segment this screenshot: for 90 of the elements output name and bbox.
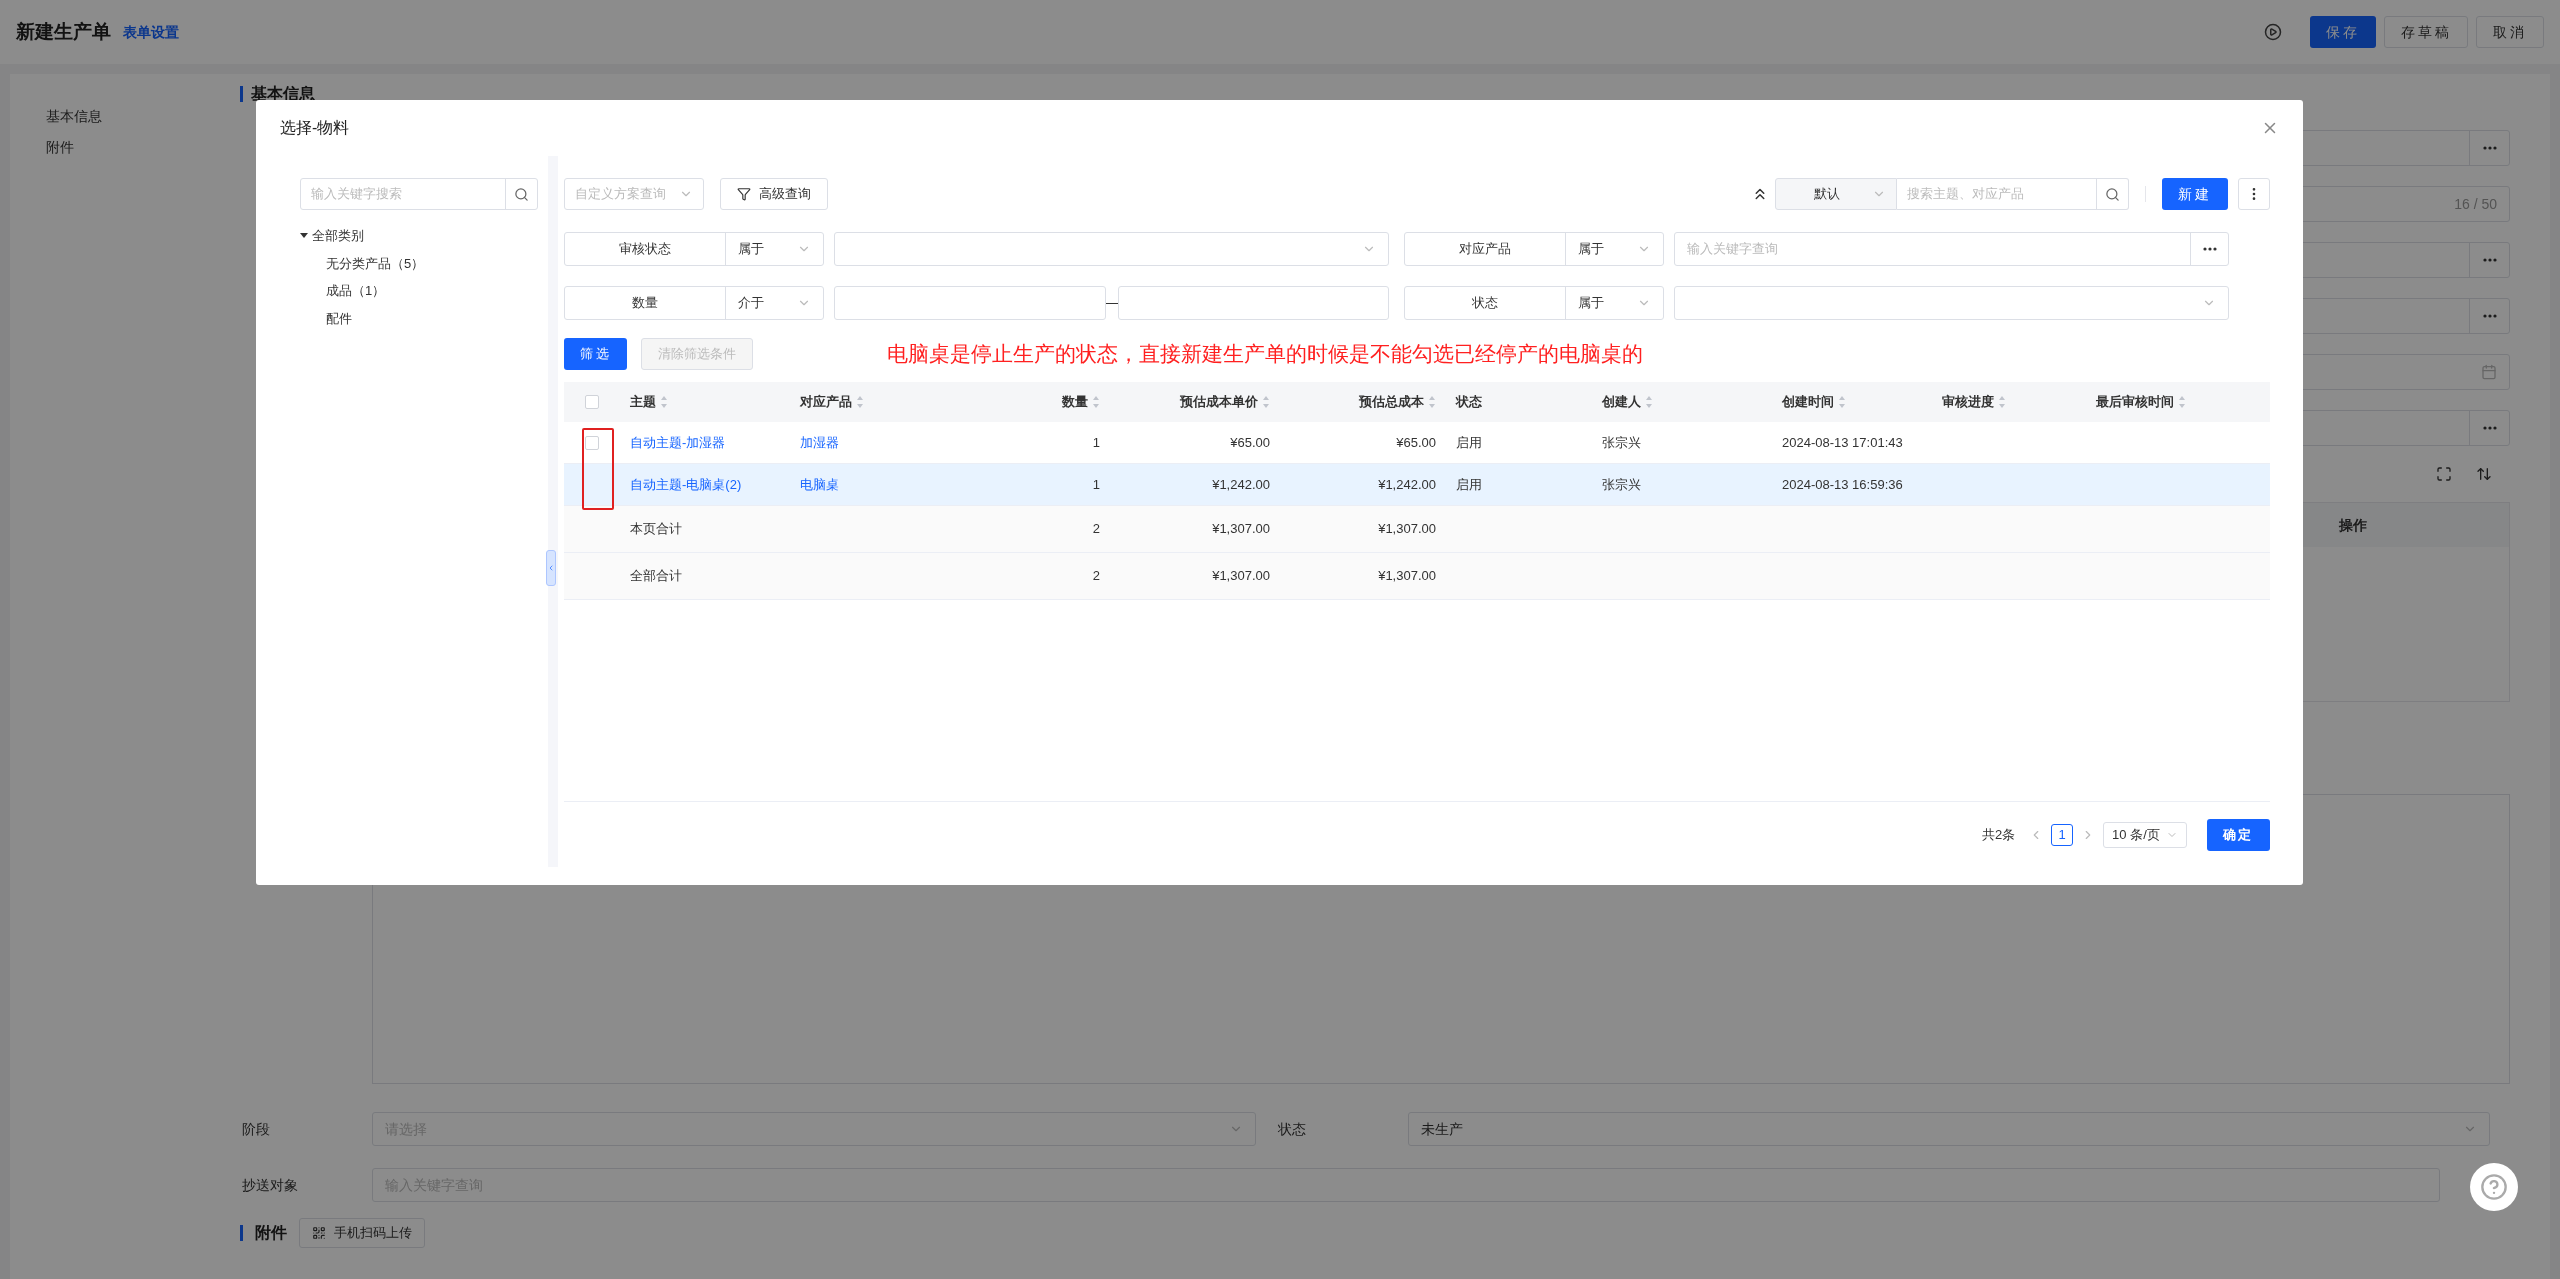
table-cell-text: 全部合计 — [630, 567, 682, 586]
table-cell-text: ¥1,307.00 — [1212, 567, 1270, 586]
column-header: 审核进度 — [1942, 393, 1994, 412]
fullscreen-icon[interactable] — [2436, 466, 2452, 482]
input-field[interactable] — [1117, 286, 1389, 320]
total-count: 共2条 — [1981, 825, 2016, 844]
checkbox[interactable] — [585, 395, 599, 409]
table-row[interactable]: 全部合计 2 ¥1,307.00 ¥1,307.00 — [564, 553, 2270, 600]
table-cell-text: ¥1,242.00 — [1212, 475, 1270, 494]
collapse-handle[interactable] — [546, 550, 556, 586]
qr-code-icon — [312, 1226, 326, 1240]
tree-item[interactable]: 成品（1） — [300, 281, 538, 301]
advanced-query-button[interactable]: 高级查询 — [720, 178, 828, 210]
table-row[interactable]: 自动主题-电脑桌(2) 电脑桌 1 ¥1,242.00 ¥1,242.00 启用 张宗兴 2024-08-13 16:59:36 — [564, 464, 2270, 506]
select-field[interactable] — [834, 232, 1389, 266]
table-cell-text: ¥65.00 — [1396, 433, 1436, 452]
table-cell-text: ¥65.00 — [1230, 433, 1270, 452]
form-settings-link[interactable]: 表单设置 — [123, 21, 179, 43]
page-title: 新建生产单 — [16, 19, 111, 44]
annotation-text: 电脑桌是停止生产的状态，直接新建生产单的时候是不能勾选已经停产的电脑桌的 — [887, 341, 1644, 368]
table-link[interactable]: 电脑桌 — [800, 474, 839, 495]
help-icon — [2480, 1173, 2508, 1201]
column-header: 创建时间 — [1782, 393, 1834, 412]
more-icon — [2202, 247, 2217, 251]
search-icon[interactable] — [2105, 186, 2121, 202]
table-cell-text: 张宗兴 — [1602, 475, 1641, 494]
column-header: 最后审核时间 — [2096, 393, 2174, 412]
table-cell-text: ¥1,307.00 — [1378, 567, 1436, 586]
page-number[interactable]: 1 — [2051, 823, 2074, 846]
column-header: 预估成本单价 — [1180, 393, 1258, 412]
view-select[interactable]: 默认 — [1775, 178, 1898, 210]
search-icon[interactable] — [514, 186, 529, 202]
column-header: 对应产品 — [800, 393, 852, 412]
table-cell-text: 启用 — [1456, 475, 1482, 494]
caret-icon[interactable] — [300, 232, 308, 239]
table-link[interactable]: 自动主题-电脑桌(2) — [630, 474, 742, 495]
page-size-select[interactable]: 10 条/页 — [2103, 821, 2187, 848]
new-button[interactable]: 新建 — [2162, 178, 2228, 210]
action-button[interactable]: 取消 — [2476, 16, 2544, 48]
chevron-left-icon — [547, 563, 555, 573]
dialog-title: 选择-物料 — [280, 118, 350, 138]
checkbox[interactable] — [585, 435, 599, 450]
nav-item[interactable]: 基本信息 — [46, 106, 240, 127]
table-cell-text: 2 — [1092, 520, 1100, 539]
filter-icon — [737, 187, 751, 201]
field-label: 状态 — [1277, 1119, 1307, 1139]
nav-item[interactable]: 附件 — [46, 137, 240, 158]
table-cell-text: ¥1,307.00 — [1212, 520, 1270, 539]
select-field[interactable]: 未生产 — [1408, 1112, 2490, 1146]
table-cell-text: 1 — [1092, 433, 1100, 452]
column-header: 数量 — [1062, 393, 1088, 412]
table-cell-text: 本页合计 — [630, 520, 682, 539]
tree-item[interactable]: 全部类别 — [312, 226, 364, 246]
select-field[interactable] — [1674, 286, 2229, 320]
column-header: 主题 — [630, 393, 656, 412]
upload-button[interactable]: 手机扫码上传 — [299, 1218, 425, 1248]
confirm-button[interactable]: 确定 — [2206, 818, 2270, 851]
table-link[interactable]: 加湿器 — [800, 432, 839, 453]
more-icon — [2482, 426, 2497, 430]
calendar-icon — [2481, 364, 2497, 380]
column-header: 状态 — [1456, 393, 1482, 412]
sort-icon[interactable] — [2476, 466, 2492, 482]
more-icon — [2482, 314, 2497, 318]
tree-item[interactable]: 无分类产品（5） — [300, 253, 538, 273]
character-counter: 16 / 50 — [2453, 194, 2498, 214]
more-icon — [2482, 146, 2497, 150]
table-cell-text: 2024-08-13 17:01:43 — [1782, 433, 1903, 452]
column-header: 创建人 — [1602, 393, 1641, 412]
field-label: 阶段 — [241, 1119, 271, 1139]
table-row[interactable]: 本页合计 2 ¥1,307.00 ¥1,307.00 — [564, 506, 2270, 553]
table-cell-text: ¥1,242.00 — [1378, 475, 1436, 494]
table-link[interactable]: 自动主题-加湿器 — [630, 432, 726, 453]
more-icon — [2482, 258, 2497, 262]
column-header: 操作 — [2339, 515, 2368, 535]
table-cell-text: ¥1,307.00 — [1378, 520, 1436, 539]
input-field[interactable] — [834, 286, 1106, 320]
play-icon[interactable] — [2264, 23, 2283, 41]
field-label: 抄送对象 — [241, 1175, 299, 1195]
action-button[interactable]: 保存 — [2310, 16, 2376, 48]
table-cell-text: 2 — [1092, 567, 1100, 586]
action-button[interactable]: 存草稿 — [2384, 16, 2469, 48]
table-cell-text: 1 — [1092, 475, 1100, 494]
table-cell-text: 张宗兴 — [1602, 433, 1641, 452]
tree-item[interactable]: 配件 — [300, 308, 538, 328]
filter-button[interactable]: 筛选 — [564, 338, 628, 370]
column-header: 预估总成本 — [1359, 393, 1424, 412]
section-title: 附件 — [255, 1223, 287, 1243]
more-button[interactable] — [2238, 178, 2270, 210]
table-cell-text: 启用 — [1456, 433, 1482, 452]
table-cell-text: 2024-08-13 16:59:36 — [1782, 475, 1903, 494]
